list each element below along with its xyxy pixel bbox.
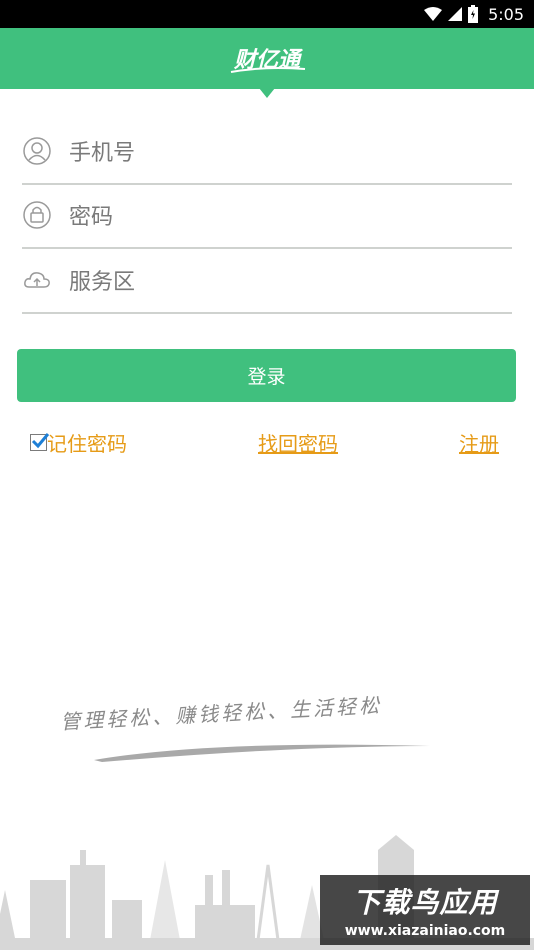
watermark-url: www.xiazainiao.com — [344, 923, 506, 939]
cellular-signal-icon — [448, 7, 463, 21]
remember-checkbox[interactable] — [30, 432, 50, 451]
phone-field[interactable]: 手机号 — [22, 119, 512, 185]
remember-password-toggle[interactable]: 记住密码 — [30, 425, 127, 459]
password-field[interactable]: 密码 — [22, 183, 512, 249]
service-area-field[interactable]: 服务区 — [22, 248, 512, 314]
watermark: 下载鸟应用 www.xiazainiao.com — [320, 875, 530, 945]
logo-mark: 财亿通 — [230, 48, 306, 73]
checkmark-icon — [31, 432, 50, 448]
find-password-link[interactable]: 找回密码 — [258, 425, 338, 459]
status-time: 5:05 — [488, 4, 524, 24]
header-notch — [259, 88, 275, 98]
wifi-icon — [424, 7, 443, 21]
register-link[interactable]: 注册 — [459, 425, 499, 459]
login-options: 记住密码 找回密码 注册 — [0, 425, 534, 459]
watermark-title: 下载鸟应用 — [352, 886, 498, 919]
login-button[interactable]: 登录 — [17, 349, 516, 402]
status-icons: 5:05 — [424, 0, 524, 28]
remember-password-label: 记住密码 — [47, 431, 127, 456]
slogan-text: 管理轻松、赚钱轻松、生活轻松 — [59, 693, 383, 734]
lock-icon — [22, 200, 52, 230]
status-bar: 5:05 — [0, 0, 534, 28]
cloud-icon — [22, 265, 52, 295]
app-logo: 财亿通 — [0, 28, 534, 89]
phone-placeholder: 手机号 — [69, 141, 136, 166]
user-icon — [22, 136, 52, 166]
brush-stroke — [94, 744, 430, 762]
service-area-placeholder: 服务区 — [69, 270, 136, 295]
battery-icon — [468, 5, 479, 23]
password-placeholder: 密码 — [69, 205, 114, 230]
